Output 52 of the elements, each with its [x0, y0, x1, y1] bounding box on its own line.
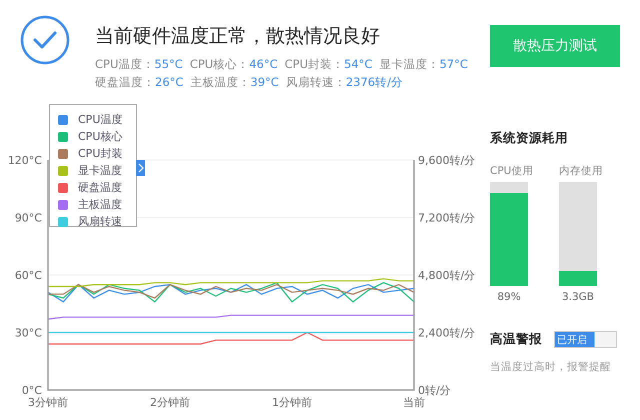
axis-label: 1分钟前 [272, 396, 312, 409]
legend-label: 主板温度 [78, 197, 122, 212]
stat-value: 55°C [154, 57, 183, 71]
axis-label: 60°C [14, 269, 42, 282]
legend-item[interactable]: CPU封装 [58, 145, 136, 162]
axis-label: 120°C [8, 154, 42, 167]
legend-label: 硬盘温度 [78, 180, 122, 195]
stat-label: 硬盘温度： [95, 75, 155, 89]
chevron-icon [138, 163, 144, 173]
axis-label: 9,600转/分 [418, 154, 476, 167]
axis-label: 30°C [14, 326, 42, 340]
stat-value: 39°C [250, 75, 279, 89]
stat-label: CPU温度： [95, 57, 154, 71]
alarm-label: 高温警报 [490, 331, 543, 348]
legend-label: 显卡温度 [78, 163, 122, 178]
meter-reading: 3.3GB [562, 291, 594, 303]
meter-label: 内存使用 [559, 164, 603, 178]
stat-value: 46°C [249, 57, 278, 71]
legend-item[interactable]: CPU核心 [58, 128, 136, 145]
alarm-hint: 当温度过高时，报警提醒 [490, 360, 612, 374]
stat-label: CPU核心： [190, 57, 250, 71]
legend-label: CPU温度 [78, 112, 122, 127]
axis-label: 3分钟前 [28, 396, 68, 409]
stat-value: 2376转/分 [346, 75, 403, 89]
section-title: 系统资源耗用 [490, 130, 569, 147]
axis-label: 当前 [403, 396, 425, 409]
stat-value: 54°C [344, 57, 372, 71]
axis-label: 90°C [14, 212, 42, 224]
legend-item[interactable]: CPU温度 [58, 111, 136, 128]
legend-label: CPU核心 [78, 129, 122, 144]
axis-label: 2,400转/分 [418, 326, 476, 340]
status-title: 当前硬件温度正常，散热情况良好 [95, 24, 381, 49]
axis-label: 4,800转/分 [418, 269, 476, 282]
meter-reading: 89% [497, 291, 521, 303]
legend-label: 风扇转速 [78, 214, 122, 229]
axis-label: 0转/分 [418, 384, 451, 397]
legend-item[interactable]: 显卡温度 [58, 162, 136, 179]
stat-label: 主板温度： [190, 75, 250, 89]
legend-item[interactable]: 主板温度 [58, 196, 136, 213]
legend-toggle[interactable] [136, 160, 145, 176]
stat-label: CPU封装： [284, 57, 344, 71]
stat-label: 显卡温度： [379, 57, 440, 71]
legend-item[interactable]: 硬盘温度 [58, 179, 136, 196]
axis-label: 0°C [22, 384, 42, 397]
legend-label: CPU封装 [78, 146, 122, 161]
legend-item[interactable]: 风扇转速 [58, 213, 136, 230]
axis-label: 7,200转/分 [418, 212, 476, 224]
stat-value: 26°C [155, 75, 184, 89]
stat-label: 风扇转速： [286, 75, 346, 89]
meter-label: CPU使用 [490, 164, 534, 178]
axis-label: 2分钟前 [150, 396, 190, 409]
stat-value: 57°C [439, 57, 468, 71]
